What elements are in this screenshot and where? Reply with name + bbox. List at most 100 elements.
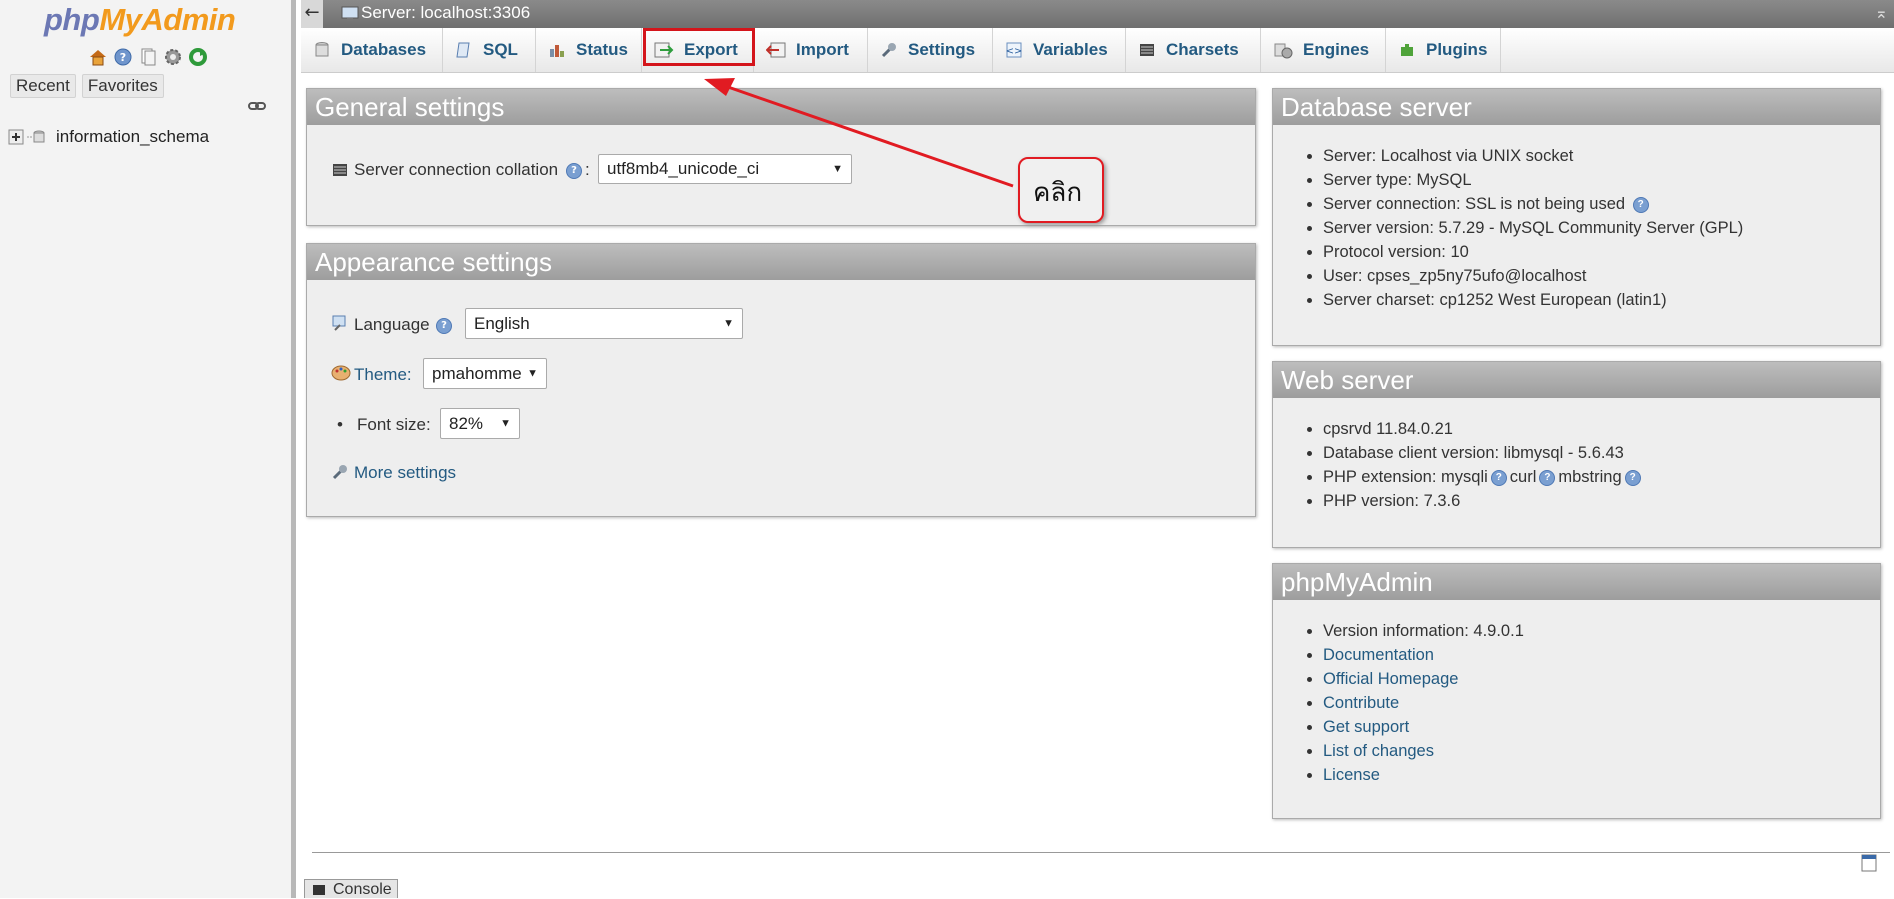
wrench-icon <box>881 43 896 58</box>
help-icon[interactable]: ? <box>1632 196 1649 213</box>
charsets-icon <box>1140 44 1154 56</box>
tab-status[interactable]: Status <box>536 28 642 72</box>
wrench-icon <box>332 465 347 480</box>
expand-icon[interactable] <box>8 129 24 145</box>
tab-variables[interactable]: <> Variables <box>993 28 1126 72</box>
list-item: List of changes <box>1323 739 1524 763</box>
collapse-sidebar-button[interactable]: ← <box>301 0 323 28</box>
dropdown-arrow-icon: ▼ <box>527 367 538 379</box>
tab-databases[interactable]: Databases <box>301 28 443 72</box>
list-item: Server charset: cp1252 West European (la… <box>1323 288 1743 312</box>
sidebar-nav-icons: ? <box>88 47 208 67</box>
favorites-tab[interactable]: Favorites <box>81 74 164 98</box>
svg-text:<>: <> <box>1006 46 1023 57</box>
list-item: License <box>1323 763 1524 787</box>
server-title[interactable]: Server: localhost:3306 <box>361 3 530 23</box>
list-item: cpsrvd 11.84.0.21 <box>1323 417 1644 441</box>
tab-charsets[interactable]: Charsets <box>1126 28 1261 72</box>
language-icon <box>332 315 346 331</box>
list-item: Server connection: SSL is not being used… <box>1323 192 1743 216</box>
general-settings-title: General settings <box>307 89 1255 125</box>
sidebar-tabs: Recent Favorites <box>10 74 164 98</box>
list-item: User: cpses_zp5ny75ufo@localhost <box>1323 264 1743 288</box>
theme-label[interactable]: Theme: <box>354 365 412 385</box>
general-settings-panel: General settings Server connection colla… <box>306 88 1256 226</box>
font-size-select[interactable]: 82% ▼ <box>440 408 520 439</box>
navigation-sidebar: phpMyAdmin ? Recent Favorites informatio… <box>0 0 296 898</box>
help-icon[interactable]: ? <box>566 163 582 179</box>
docs-icon[interactable] <box>138 47 158 67</box>
appearance-settings-title: Appearance settings <box>307 244 1255 280</box>
server-icon <box>341 6 359 21</box>
annotation-callout: คลิก <box>1018 157 1104 223</box>
server-breadcrumb-bar: ← Server: localhost:3306 ⌅ <box>301 0 1894 28</box>
console-tab[interactable]: Console <box>304 879 398 898</box>
settings-icon[interactable] <box>163 47 183 67</box>
list-item: Get support <box>1323 715 1524 739</box>
documentation-link[interactable]: Documentation <box>1323 646 1434 664</box>
tab-settings[interactable]: Settings <box>868 28 993 72</box>
database-server-list: Server: Localhost via UNIX socket Server… <box>1273 144 1743 312</box>
phpmyadmin-info-list: Version information: 4.9.0.1 Documentati… <box>1273 619 1524 787</box>
web-server-title: Web server <box>1273 362 1880 398</box>
list-item: Protocol version: 10 <box>1323 240 1743 264</box>
collation-icon <box>333 164 347 176</box>
license-link[interactable]: License <box>1323 766 1380 784</box>
tab-engines[interactable]: Engines <box>1261 28 1386 72</box>
language-label: Language <box>354 315 430 334</box>
dropdown-arrow-icon: ▼ <box>723 317 734 329</box>
list-item: Documentation <box>1323 643 1524 667</box>
collation-select[interactable]: utf8mb4_unicode_ci ▼ <box>598 154 852 184</box>
contribute-link[interactable]: Contribute <box>1323 694 1399 712</box>
appearance-settings-panel: Appearance settings Language ? English ▼ … <box>306 243 1256 517</box>
help-icon[interactable]: ? <box>1539 469 1556 486</box>
official-homepage-link[interactable]: Official Homepage <box>1323 670 1458 688</box>
list-item: Official Homepage <box>1323 667 1524 691</box>
list-item: PHP version: 7.3.6 <box>1323 489 1644 513</box>
reload-icon[interactable] <box>188 47 208 67</box>
collapse-menu-icon[interactable]: ⌅ <box>1875 3 1888 22</box>
home-icon[interactable] <box>88 47 108 67</box>
help-icon[interactable]: ? <box>436 318 452 334</box>
recent-tab[interactable]: Recent <box>10 74 76 98</box>
database-server-title: Database server <box>1273 89 1880 125</box>
help-icon[interactable]: ? <box>1624 469 1641 486</box>
sql-icon <box>456 42 470 58</box>
link-icon[interactable] <box>248 101 266 111</box>
callout-text: คลิก <box>1033 178 1083 208</box>
tab-import[interactable]: Import <box>754 28 868 72</box>
theme-select[interactable]: pmahomme ▼ <box>423 358 547 389</box>
divider <box>312 852 1890 853</box>
database-server-panel: Database server Server: Localhost via UN… <box>1272 88 1881 346</box>
help-icon[interactable]: ? <box>113 47 133 67</box>
database-icon <box>27 130 45 143</box>
more-settings-link[interactable]: More settings <box>354 463 456 483</box>
list-item: Server: Localhost via UNIX socket <box>1323 144 1743 168</box>
console-icon <box>313 885 325 895</box>
list-of-changes-link[interactable]: List of changes <box>1323 742 1434 760</box>
phpmyadmin-logo[interactable]: phpMyAdmin <box>44 2 236 38</box>
help-icon[interactable]: ? <box>1490 469 1507 486</box>
puzzle-icon <box>1401 44 1413 56</box>
engines-icon <box>1274 43 1293 59</box>
collation-label: Server connection collation <box>354 160 559 179</box>
list-item: Database client version: libmysql - 5.6.… <box>1323 441 1644 465</box>
language-select[interactable]: English ▼ <box>465 308 743 339</box>
phpmyadmin-info-panel: phpMyAdmin Version information: 4.9.0.1 … <box>1272 563 1881 819</box>
page-icon[interactable] <box>1861 854 1877 872</box>
theme-palette-icon <box>331 365 351 381</box>
variables-icon: <> <box>1006 42 1023 58</box>
font-size-label: Font size: <box>357 415 431 434</box>
dropdown-arrow-icon: ▼ <box>500 417 511 429</box>
web-server-list: cpsrvd 11.84.0.21 Database client versio… <box>1273 417 1644 513</box>
status-icon <box>550 45 564 57</box>
database-item-information-schema[interactable]: information_schema <box>56 127 209 147</box>
tab-plugins[interactable]: Plugins <box>1386 28 1501 72</box>
list-item: Server version: 5.7.29 - MySQL Community… <box>1323 216 1743 240</box>
list-item: Server type: MySQL <box>1323 168 1743 192</box>
svg-text:?: ? <box>120 51 126 64</box>
list-item: Version information: 4.9.0.1 <box>1323 619 1524 643</box>
phpmyadmin-info-title: phpMyAdmin <box>1273 564 1880 600</box>
get-support-link[interactable]: Get support <box>1323 718 1409 736</box>
tab-sql[interactable]: SQL <box>443 28 536 72</box>
